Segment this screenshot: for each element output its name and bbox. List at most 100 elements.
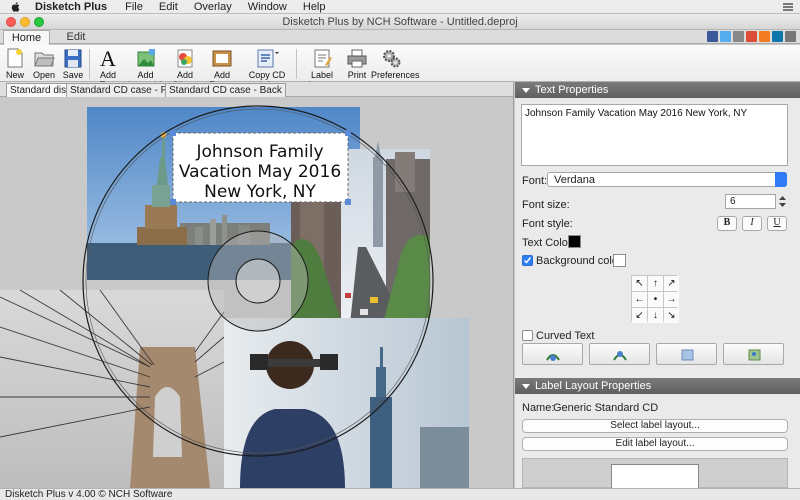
align-bottom-icon[interactable]: ↓ [648, 308, 663, 323]
background-color-checkbox[interactable] [522, 255, 533, 266]
new-document-icon [7, 48, 23, 68]
menu-help[interactable]: Help [303, 1, 326, 13]
disc-canvas[interactable]: Johnson Family Vacation May 2016 New Yor… [0, 97, 514, 488]
collapse-icon [522, 384, 530, 389]
tab-home[interactable]: Home [3, 30, 50, 45]
menu-file[interactable]: File [125, 1, 143, 13]
list-icon[interactable] [782, 1, 794, 13]
linkedin-icon[interactable] [772, 31, 783, 42]
background-color-swatch[interactable] [613, 254, 626, 267]
font-label: Font: [522, 175, 548, 187]
menu-overlay[interactable]: Overlay [194, 1, 232, 13]
collapse-icon [522, 88, 530, 93]
menu-edit[interactable]: Edit [159, 1, 178, 13]
font-size-label: Font size: [522, 199, 570, 211]
font-size-input[interactable]: 6 [725, 194, 776, 209]
empire-state-photo[interactable] [224, 318, 469, 488]
disc-design-stage[interactable]: Johnson Family Vacation May 2016 New Yor… [0, 97, 514, 488]
app-menu[interactable]: Disketch Plus [35, 1, 107, 13]
stepper-icon[interactable] [778, 194, 787, 209]
text-properties-header[interactable]: Text Properties [515, 82, 800, 98]
status-bar: Disketch Plus v 4.00 © NCH Software [0, 488, 800, 500]
align-center-icon[interactable]: • [648, 292, 663, 307]
label-layout-properties-header[interactable]: Label Layout Properties [515, 378, 800, 394]
email-icon[interactable] [733, 31, 744, 42]
toolbar-divider [296, 49, 297, 79]
curve-circle-icon [748, 349, 761, 361]
layout-name-value: Generic Standard CD [553, 402, 659, 414]
disc-text-line-3: New York, NY [204, 182, 316, 202]
help-icon[interactable] [785, 31, 796, 42]
layout-name-label: Name: [522, 402, 555, 414]
font-style-label: Font style: [522, 218, 573, 230]
curve-down-icon [681, 349, 694, 361]
cd-info-icon [257, 49, 279, 68]
label-layout-preview [522, 458, 788, 494]
curved-text-label: Curved Text [536, 330, 595, 342]
curve-circle-button[interactable] [723, 343, 784, 365]
align-right-icon[interactable]: → [664, 292, 679, 307]
design-canvas-area: Standard disc Standard CD case - Front S… [0, 82, 514, 488]
facebook-icon[interactable] [707, 31, 718, 42]
apple-icon[interactable] [9, 1, 23, 13]
google-plus-icon[interactable] [746, 31, 757, 42]
svg-text:A: A [100, 47, 116, 69]
toolbar-divider [89, 49, 90, 79]
window-title: Disketch Plus by NCH Software - Untitled… [282, 16, 518, 28]
menu-window[interactable]: Window [248, 1, 287, 13]
preferences-button[interactable]: Preferences [371, 47, 420, 80]
label-layout-icon [314, 49, 332, 68]
tab-cd-case-back[interactable]: Standard CD case - Back [165, 83, 286, 97]
align-top-icon[interactable]: ↑ [648, 276, 663, 291]
stumbleupon-icon[interactable] [759, 31, 770, 42]
print-button[interactable]: Print [344, 47, 370, 80]
new-label: New [5, 70, 24, 80]
align-left-icon[interactable]: ← [632, 292, 647, 307]
text-color-swatch[interactable] [568, 235, 581, 248]
printer-icon [347, 49, 367, 68]
folder-icon [34, 52, 55, 67]
curve-down-button[interactable] [656, 343, 717, 365]
edit-label-layout-button[interactable]: Edit label layout... [522, 437, 788, 451]
text-color-label: Text Color: [522, 237, 575, 249]
curved-text-checkbox[interactable] [522, 330, 533, 341]
italic-button[interactable]: I [742, 216, 762, 231]
curve-left-icon [546, 354, 560, 361]
window-titlebar: Disketch Plus by NCH Software - Untitled… [0, 14, 800, 30]
curve-left-button[interactable] [522, 343, 583, 365]
align-bottom-left-icon[interactable]: ↙ [632, 308, 647, 323]
font-select[interactable]: Verdana [547, 172, 787, 187]
save-icon [64, 49, 82, 68]
align-top-left-icon[interactable]: ↖ [632, 276, 647, 291]
bold-button[interactable]: B [717, 216, 737, 231]
align-top-right-icon[interactable]: ↗ [664, 276, 679, 291]
twitter-icon[interactable] [720, 31, 731, 42]
save-button[interactable]: Save [60, 47, 86, 80]
bridge-photo[interactable] [0, 289, 225, 488]
text-box-selected[interactable]: Johnson Family Vacation May 2016 New Yor… [170, 130, 351, 205]
select-label-layout-button[interactable]: Select label layout... [522, 419, 788, 433]
underline-button[interactable]: U [767, 216, 787, 231]
tab-standard-disc[interactable]: Standard disc [6, 83, 76, 97]
select-arrows-icon [775, 172, 787, 187]
curve-up-button[interactable] [589, 343, 650, 365]
alignment-grid: ↖ ↑ ↗ ← • → ↙ ↓ ↘ [631, 275, 679, 323]
properties-panel: Text Properties Font: Verdana Font size:… [515, 82, 800, 494]
save-label: Save [62, 70, 84, 80]
disc-text-line-1: Johnson Family [195, 142, 323, 162]
open-button[interactable]: Open [29, 47, 59, 80]
tab-edit[interactable]: Edit [56, 30, 96, 45]
text-content-input[interactable] [521, 104, 788, 166]
new-button[interactable]: New [2, 47, 28, 80]
text-properties-title: Text Properties [535, 84, 609, 96]
print-label: Print [347, 70, 367, 80]
ribbon-tabs: Home Edit [0, 30, 800, 45]
frame-icon [212, 50, 232, 67]
open-label: Open [32, 70, 56, 80]
gear-icon [383, 50, 401, 68]
curve-up-icon [613, 351, 627, 361]
image-icon [137, 49, 155, 67]
disc-text-line-2: Vacation May 2016 [179, 162, 341, 182]
social-links [707, 31, 796, 42]
align-bottom-right-icon[interactable]: ↘ [664, 308, 679, 323]
